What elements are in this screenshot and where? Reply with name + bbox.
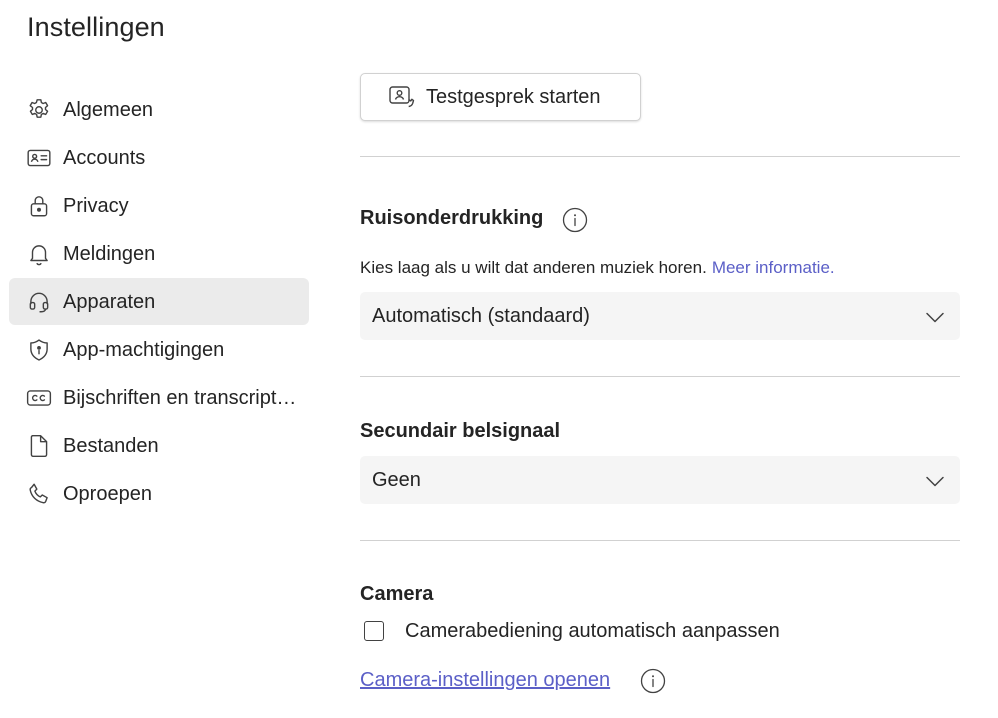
section-divider bbox=[360, 376, 960, 377]
test-call-button-label: Testgesprek starten bbox=[426, 86, 601, 108]
sidebar-item-notifications[interactable]: Meldingen bbox=[9, 230, 309, 277]
camera-auto-adjust-checkbox[interactable] bbox=[364, 621, 384, 641]
test-call-button[interactable]: Testgesprek starten bbox=[360, 73, 641, 121]
info-icon[interactable] bbox=[640, 668, 666, 694]
chevron-down-icon bbox=[924, 470, 946, 492]
page-title: Instellingen bbox=[27, 12, 165, 42]
sidebar-item-files[interactable]: Bestanden bbox=[9, 422, 309, 469]
shield-icon bbox=[26, 337, 52, 363]
section-divider bbox=[360, 156, 960, 157]
secondary-ringer-title: Secundair belsignaal bbox=[360, 420, 561, 442]
description-text: Kies laag als u wilt dat anderen muziek … bbox=[360, 258, 707, 277]
video-call-icon bbox=[389, 86, 415, 108]
selected-value: Automatisch (standaard) bbox=[372, 305, 590, 327]
checkbox-label: Camerabediening automatisch aanpassen bbox=[405, 620, 780, 642]
sidebar-item-captions[interactable]: Bijschriften en transcript… bbox=[9, 374, 309, 421]
id-card-icon bbox=[26, 145, 52, 171]
camera-settings-link[interactable]: Camera-instellingen openen bbox=[360, 669, 610, 692]
sidebar-item-general[interactable]: Algemeen bbox=[9, 86, 309, 133]
selected-value: Geen bbox=[372, 469, 421, 491]
sidebar-item-label: Algemeen bbox=[63, 99, 154, 121]
camera-title: Camera bbox=[360, 583, 434, 605]
closed-captions-icon bbox=[26, 385, 52, 411]
sidebar-item-label: Bestanden bbox=[63, 435, 159, 457]
sidebar-item-label: Bijschriften en transcript… bbox=[63, 387, 297, 409]
section-divider bbox=[360, 540, 960, 541]
secondary-ringer-select[interactable]: Geen bbox=[360, 456, 960, 504]
sidebar-item-app-permissions[interactable]: App-machtigingen bbox=[9, 326, 309, 373]
noise-suppression-select[interactable]: Automatisch (standaard) bbox=[360, 292, 960, 340]
sidebar: Algemeen Accounts Privacy Meldingen Appa… bbox=[9, 86, 309, 518]
gear-icon bbox=[26, 97, 52, 123]
bell-icon bbox=[26, 241, 52, 267]
more-info-link[interactable]: Meer informatie. bbox=[712, 258, 835, 277]
document-icon bbox=[26, 433, 52, 459]
chevron-down-icon bbox=[924, 306, 946, 328]
phone-icon bbox=[26, 481, 52, 507]
settings-page: Instellingen Algemeen Accounts Privacy M… bbox=[0, 0, 998, 718]
noise-suppression-description: Kies laag als u wilt dat anderen muziek … bbox=[360, 258, 835, 278]
sidebar-item-calls[interactable]: Oproepen bbox=[9, 470, 309, 517]
sidebar-item-accounts[interactable]: Accounts bbox=[9, 134, 309, 181]
sidebar-item-label: Privacy bbox=[63, 195, 129, 217]
lock-icon bbox=[26, 193, 52, 219]
sidebar-item-label: Apparaten bbox=[63, 291, 156, 313]
noise-suppression-title: Ruisonderdrukking bbox=[360, 207, 544, 229]
sidebar-item-privacy[interactable]: Privacy bbox=[9, 182, 309, 229]
sidebar-item-label: Oproepen bbox=[63, 483, 152, 505]
sidebar-item-label: App-machtigingen bbox=[63, 339, 225, 361]
sidebar-item-label: Meldingen bbox=[63, 243, 156, 265]
info-icon[interactable] bbox=[562, 207, 588, 233]
sidebar-item-label: Accounts bbox=[63, 147, 146, 169]
sidebar-item-devices[interactable]: Apparaten bbox=[9, 278, 309, 325]
headset-icon bbox=[26, 289, 52, 315]
devices-panel: Testgesprek starten Ruisonderdrukking Ki… bbox=[360, 0, 960, 718]
